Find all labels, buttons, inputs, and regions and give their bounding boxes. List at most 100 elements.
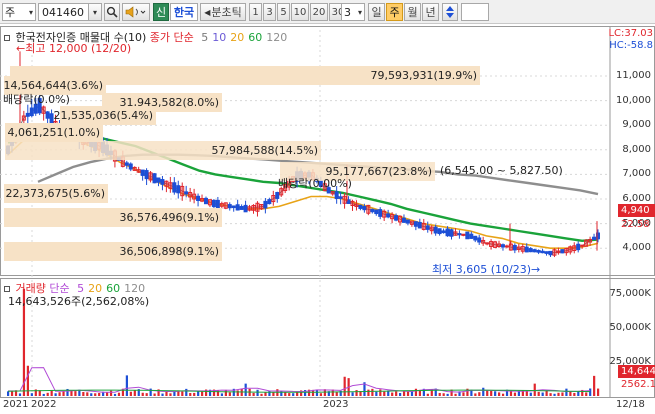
current-price-tag: 4,940 [618,204,655,217]
ma-legend-10: 10 [212,31,227,44]
candle-body [405,219,410,224]
candle-body [176,185,181,194]
high-annotation: ←최고 12,000 (12/20) [16,40,131,56]
candle-body [473,235,478,241]
volume-profile-bar: 36,576,496(9.1%) [4,208,222,227]
high-text: 최고 12,000 (12/20) [25,42,132,55]
candle-body [512,244,517,251]
candle-body [449,229,454,237]
candle-body [401,217,406,223]
candle-body [544,251,549,254]
candle-body [433,226,438,234]
candle-body [275,192,280,199]
candle-body [378,209,383,217]
collapse-icon [4,35,10,41]
candle-body [156,177,161,183]
candle-body [124,162,129,166]
secondary-price-tag: 22.58 [621,219,650,230]
candle-body [211,199,216,208]
dividend-label-1: 배당락(0.0%) [3,93,70,106]
x-axis-label-end: 12/18 [616,399,645,410]
low-annotation: 최저 3,605 (10/23)→ [432,261,540,277]
collapse-icon [4,286,10,292]
candle-body [445,228,450,237]
volume-profile-bar: 57,984,588(14.5%) [5,141,321,160]
volume-profile-label: 79,593,931(19.9%) [370,69,477,82]
price-axis-tick: 11,000 [616,70,651,81]
candle-body [128,163,133,170]
price-axis-tick: 8,000 [622,143,651,155]
candle-body [524,246,529,253]
candle-body [560,249,565,254]
volume-profile-bar: 36,506,898(9.1%) [4,242,222,261]
candle-body [144,170,149,180]
candle-body [239,206,244,210]
candle-body [437,228,442,235]
candle-body [160,179,165,185]
stock-chart-app: { "toolbar": { "market_select": "주", "co… [0,0,655,414]
volume-info: 14,643,526주(2,562,08%) [8,295,150,308]
candle-body [235,204,240,211]
candle-body [231,205,236,209]
candle-body [362,206,367,211]
price-axis-tick: 9,000 [622,119,651,131]
candle-body [267,199,272,205]
hc-label: HC:-58.8 [609,40,653,51]
volume-profile-label: 57,984,588(14.5%) [211,144,318,157]
ma-legend-20: 20 [230,31,245,44]
candle-body [536,249,541,253]
candle-body [29,107,34,117]
x-axis-label-2022: 2022 [31,399,57,410]
current-volume-tag: 14,644 [618,365,655,378]
volume-axis-tick: 50,000K [609,322,651,333]
price-axis-tick: 4,000 [622,242,651,254]
candle-body [465,231,470,240]
volume-profile-bar: 22,373,675(5.6%) [4,184,108,203]
candle-body [469,233,474,239]
volume-profile-label: 21,535,036(5.4%) [53,109,153,122]
candle-body [358,204,363,209]
lc-label: LC:37.03 [608,28,653,39]
candle-body [140,169,145,176]
candle-body [338,196,343,199]
candle-body [532,249,537,253]
candle-body [540,250,545,254]
price-axis-tick: 6,000 [622,193,651,204]
ma-legend-120: 120 [266,31,288,44]
candle-body [45,111,50,119]
candle-body [477,237,482,243]
dividend-label-2: 배당락(0.00%) [278,177,352,190]
volume-profile-label: 22,373,675(5.6%) [5,187,105,200]
candle-body [172,182,177,193]
volume-profile-bar: 4,061,251(1.0%) [5,123,103,142]
x-axis-label-2021: 2021 [3,399,29,410]
candle-body [394,215,399,221]
candle-body [25,112,30,117]
price-axis-tick: 7,000 [622,168,651,180]
price-axis-tick: 10,000 [616,94,651,106]
candle-body [592,236,597,240]
volume-profile-label: 36,506,898(9.1%) [119,245,219,258]
candle-body [227,204,232,209]
candle-body [528,248,533,253]
volume-axis-tick: 75,000K [609,288,651,299]
candle-body [184,191,189,195]
candle-body [334,191,339,199]
arrow-right-icon: → [531,263,541,276]
candle-body [500,244,505,248]
ma-prefix: 종가 단순 [149,31,194,44]
candle-body [548,250,553,256]
candle-body [457,233,462,236]
candle-body [203,197,208,205]
candle-body [374,209,379,215]
candle-body [576,243,581,251]
candle-body [263,200,268,209]
volume-profile-label: 4,061,251(1.0%) [7,126,100,139]
candle-body [152,173,157,184]
candle-body [196,195,201,202]
volume-ma-tag: 2562.1 [621,379,655,390]
candle-body [386,213,391,218]
arrow-left-icon: ← [16,42,26,55]
candle-body [370,208,375,213]
price-range-label: (6,545.00 ~ 5,827.50) [440,164,563,177]
